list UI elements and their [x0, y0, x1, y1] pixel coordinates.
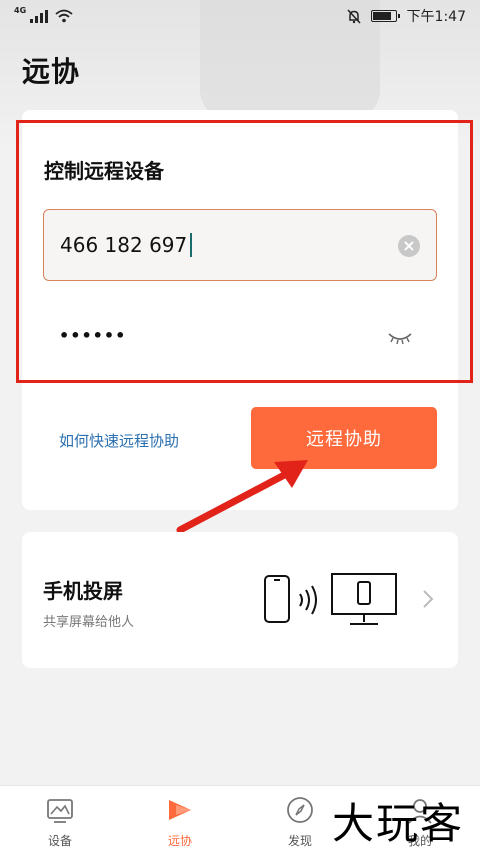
eye-closed-icon[interactable]: [387, 330, 413, 346]
tab-devices[interactable]: 设备: [15, 786, 105, 853]
tab-label: 设备: [47, 834, 72, 848]
clock: 下午1:47: [406, 9, 466, 25]
signal-icon: [30, 9, 49, 23]
status-bar-left: 4G: [14, 7, 73, 23]
password-value: ••••••: [59, 326, 127, 345]
remote-control-title: 控制远程设备: [44, 159, 164, 183]
remote-assist-icon: [169, 800, 191, 820]
device-icon: [47, 799, 73, 823]
screen-cast-title: 手机投屏: [43, 579, 123, 603]
compass-icon: [287, 797, 313, 823]
network-type: 4G: [14, 6, 27, 15]
screen-cast-illustration-icon: [264, 573, 397, 625]
status-bar: 4G 下午1:47: [0, 0, 480, 32]
text-caret: [190, 233, 193, 257]
device-id-input[interactable]: 466 182 697 ×: [43, 209, 437, 281]
clear-input-icon[interactable]: ×: [398, 235, 420, 257]
battery-icon: [370, 10, 400, 22]
device-id-value: 466 182 697: [60, 233, 188, 257]
watermark-logo: 大玩客: [332, 799, 465, 848]
screen-cast-subtitle: 共享屏幕给他人: [43, 615, 135, 630]
device-id-value-wrap: 466 182 697: [60, 233, 193, 257]
wifi-icon: [55, 9, 73, 23]
mute-bell-icon: [346, 8, 361, 24]
remote-assist-button[interactable]: 远程协助: [251, 407, 437, 469]
page-title: 远协: [22, 55, 81, 88]
status-bar-right: 下午1:47: [346, 6, 466, 26]
tab-remote-assist[interactable]: 远协: [135, 786, 225, 853]
tab-label: 远协: [167, 834, 192, 848]
chevron-right-icon: [423, 590, 434, 608]
screen-cast-card[interactable]: 手机投屏 共享屏幕给他人: [22, 532, 458, 668]
password-input[interactable]: ••••••: [43, 310, 437, 370]
help-link[interactable]: 如何快速远程协助: [59, 430, 179, 451]
